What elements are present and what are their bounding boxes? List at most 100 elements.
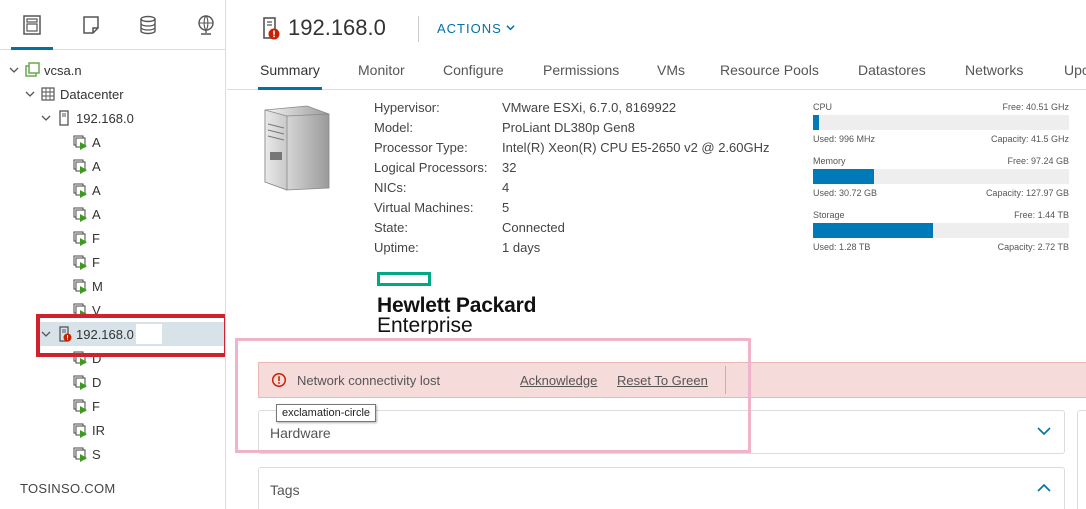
alert-message: Network connectivity lost xyxy=(297,372,441,388)
property-row: Model: ProLiant DL380p Gen8 xyxy=(374,120,794,140)
vms-templates-icon xyxy=(83,16,99,34)
watermark: TOSINSO.COM xyxy=(20,481,116,496)
tab-updates[interactable]: Upc xyxy=(1064,62,1086,90)
tree-node-vm[interactable]: A xyxy=(72,202,101,226)
property-key: Logical Processors: xyxy=(374,160,488,175)
hosts-clusters-tab[interactable] xyxy=(11,12,53,50)
tab-vms[interactable]: VMs xyxy=(657,62,685,90)
tree-label: F xyxy=(92,230,100,246)
resource-capacity: Capacity: 127.97 GB xyxy=(985,188,1069,198)
tree-node-vm[interactable]: M xyxy=(72,274,103,298)
property-row: Uptime: 1 days xyxy=(374,240,794,260)
actions-label: ACTIONS xyxy=(437,21,502,36)
tab-networks[interactable]: Networks xyxy=(965,62,1023,90)
property-value: ProLiant DL380p Gen8 xyxy=(502,120,635,135)
tree-node-host-selected[interactable]: 192.168.0 xyxy=(40,322,224,346)
tree-label: A xyxy=(92,182,101,198)
tab-summary[interactable]: Summary xyxy=(258,62,322,90)
tab-configure[interactable]: Configure xyxy=(443,62,504,90)
tree-label: A xyxy=(92,134,101,150)
property-key: Model: xyxy=(374,120,414,135)
tree-node-vm[interactable]: A xyxy=(72,178,101,202)
tree-node-vm[interactable]: F xyxy=(72,226,100,250)
card-title: Tags xyxy=(270,482,300,498)
networking-tab[interactable] xyxy=(193,12,219,38)
host-alert-icon xyxy=(56,326,72,342)
property-value: 5 xyxy=(502,200,510,215)
caret-down-icon[interactable] xyxy=(40,328,52,340)
tree-node-vm[interactable]: S xyxy=(72,442,101,466)
vm-icon xyxy=(72,398,88,414)
storage-tab[interactable] xyxy=(135,12,161,38)
tree-node-vm[interactable]: V xyxy=(72,298,101,322)
tree-node-vm[interactable]: A xyxy=(72,130,101,154)
tree-label: 192.168.0 xyxy=(76,110,134,126)
tree-node-vm[interactable]: D xyxy=(72,370,101,394)
property-key: State: xyxy=(374,220,408,235)
vm-icon xyxy=(72,134,88,150)
caret-down-icon[interactable] xyxy=(40,112,52,124)
resource-meter-cpu: CPU Free: 40.51 GHz Used: 996 MHz Capacity… xyxy=(813,102,1069,146)
usage-bar xyxy=(813,223,1069,238)
tooltip: exclamation-circle xyxy=(276,404,377,422)
redaction-mask xyxy=(387,12,417,44)
chevron-down-icon[interactable] xyxy=(1036,423,1052,439)
chevron-up-icon[interactable] xyxy=(1036,480,1052,496)
vm-icon xyxy=(72,278,88,294)
tree-label: M xyxy=(92,278,103,294)
resource-capacity: Capacity: 2.72 TB xyxy=(997,242,1069,252)
vendor-logo: Hewlett Packard Enterprise xyxy=(377,272,536,334)
resource-free: Free: 40.51 GHz xyxy=(1002,102,1069,112)
tree-label: D xyxy=(92,350,102,366)
vms-templates-tab[interactable] xyxy=(78,12,104,38)
vm-icon xyxy=(72,350,88,366)
resource-name: Storage xyxy=(813,210,845,220)
vm-icon xyxy=(72,182,88,198)
resource-used: Used: 996 MHz xyxy=(813,134,876,144)
card-title: Hardware xyxy=(270,425,331,441)
tree-label: D xyxy=(92,374,102,390)
vm-icon xyxy=(72,422,88,438)
tree-node-vm[interactable]: F xyxy=(72,394,100,418)
property-value: 1 days xyxy=(502,240,541,255)
property-value: Connected xyxy=(502,220,565,235)
tree-node-vcenter[interactable]: vcsa.n xyxy=(8,58,82,82)
reset-to-green-link[interactable]: Reset To Green xyxy=(617,373,708,388)
vcenter-icon xyxy=(24,62,40,78)
tab-datastores[interactable]: Datastores xyxy=(858,62,926,90)
property-row: Virtual Machines: 5 xyxy=(374,200,794,220)
resource-name: CPU xyxy=(813,102,833,112)
hardware-card[interactable]: Hardware xyxy=(258,410,1065,454)
usage-bar-fill xyxy=(813,169,875,184)
usage-bar-fill xyxy=(813,223,934,238)
actions-menu-button[interactable]: ACTIONS xyxy=(437,21,515,36)
tab-resource-pools[interactable]: Resource Pools xyxy=(720,62,819,90)
tree-node-host[interactable]: 192.168.0 xyxy=(40,106,134,130)
server-icon xyxy=(264,105,330,191)
caret-down-icon[interactable] xyxy=(8,64,20,76)
tree-node-datacenter[interactable]: Datacenter xyxy=(24,82,124,106)
tree-node-vm[interactable]: D xyxy=(72,346,101,370)
tree-label: V xyxy=(92,302,101,318)
acknowledge-link[interactable]: Acknowledge xyxy=(520,373,597,388)
tree-node-vm[interactable]: A xyxy=(72,154,101,178)
caret-down-icon[interactable] xyxy=(24,88,36,100)
tree-node-vm[interactable]: F xyxy=(72,250,100,274)
tab-permissions[interactable]: Permissions xyxy=(543,62,619,90)
property-row: Logical Processors: 32 xyxy=(374,160,794,180)
tree-label: Datacenter xyxy=(60,86,124,102)
property-key: Processor Type: xyxy=(374,140,468,155)
vm-icon xyxy=(72,254,88,270)
tab-monitor[interactable]: Monitor xyxy=(358,62,405,90)
main-content: 192.168.0. ACTIONS Summary Monitor Confi… xyxy=(227,0,1086,509)
exclamation-circle-icon[interactable] xyxy=(271,372,287,388)
property-value: 32 xyxy=(502,160,517,175)
tags-card[interactable]: Tags xyxy=(258,467,1065,509)
resource-used: Used: 30.72 GB xyxy=(813,188,878,198)
vm-icon xyxy=(72,302,88,318)
property-value: 4 xyxy=(502,180,510,195)
alert-banner: Network connectivity lost Acknowledge Re… xyxy=(258,362,1086,398)
usage-bar xyxy=(813,169,1069,184)
tree-label: A xyxy=(92,158,101,174)
tree-node-vm[interactable]: IR xyxy=(72,418,105,442)
